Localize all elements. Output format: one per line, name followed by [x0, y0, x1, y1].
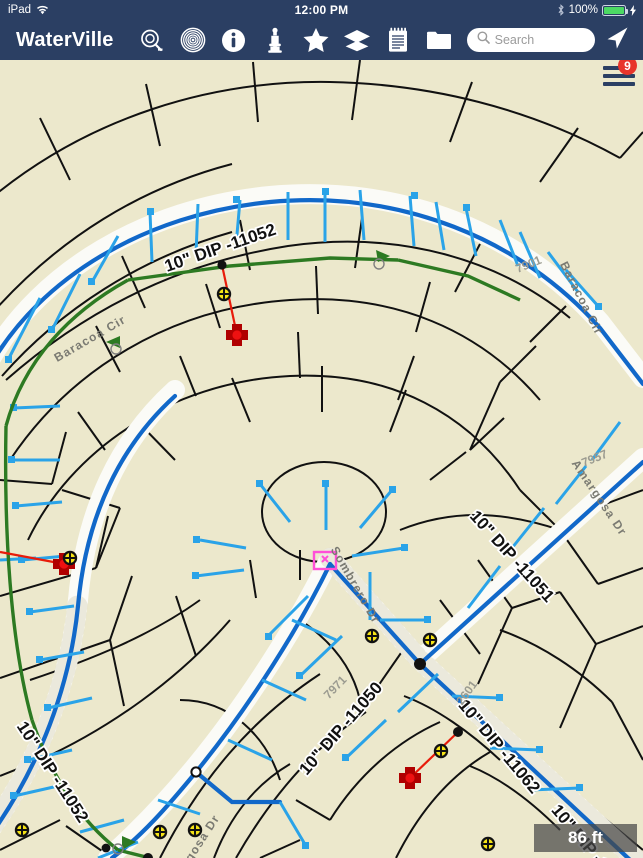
hamburger-menu-button[interactable]: 9	[603, 56, 637, 90]
search-icon	[477, 31, 490, 49]
ios-status-bar: iPad 12:00 PM 100%	[0, 0, 643, 20]
waterville-app: iPad 12:00 PM 100% WaterVille Search 10"…	[0, 0, 643, 858]
locate-tool-button[interactable]	[179, 26, 207, 54]
gps-locate-button[interactable]	[604, 27, 630, 53]
favorites-tool-button[interactable]	[302, 26, 330, 54]
layers-tool-button[interactable]	[343, 26, 371, 54]
toolbar-tools	[138, 26, 453, 54]
scale-bar: 86 ft	[534, 824, 637, 852]
notes-tool-button[interactable]	[384, 26, 412, 54]
navigation-arrow-icon	[605, 26, 629, 55]
fire-hydrant-icon	[267, 27, 283, 53]
files-tool-button[interactable]	[425, 26, 453, 54]
search-input[interactable]: Search	[466, 28, 595, 52]
info-circle-icon	[221, 28, 246, 53]
folder-icon	[426, 29, 452, 51]
notepad-icon	[387, 27, 409, 53]
clock-label: 12:00 PM	[294, 3, 349, 17]
app-toolbar: WaterVille Search	[0, 20, 643, 60]
map-canvas[interactable]: 10" DIP -11052 10" DIP -11051 10" DIP -1…	[0, 60, 643, 858]
hamburger-line	[603, 82, 635, 86]
info-tool-button[interactable]	[220, 26, 248, 54]
measure-tool-button[interactable]	[138, 26, 166, 54]
battery-icon	[602, 4, 628, 16]
hydrant-tool-button[interactable]	[261, 26, 289, 54]
app-title: WaterVille	[16, 28, 114, 51]
scale-bar-label: 86 ft	[568, 828, 603, 847]
measure-tape-icon	[139, 28, 165, 52]
star-icon	[302, 27, 330, 53]
target-radar-icon	[180, 27, 206, 53]
search-placeholder: Search	[494, 33, 535, 47]
pipe-nodes	[190, 766, 202, 778]
layers-icon	[343, 28, 371, 52]
